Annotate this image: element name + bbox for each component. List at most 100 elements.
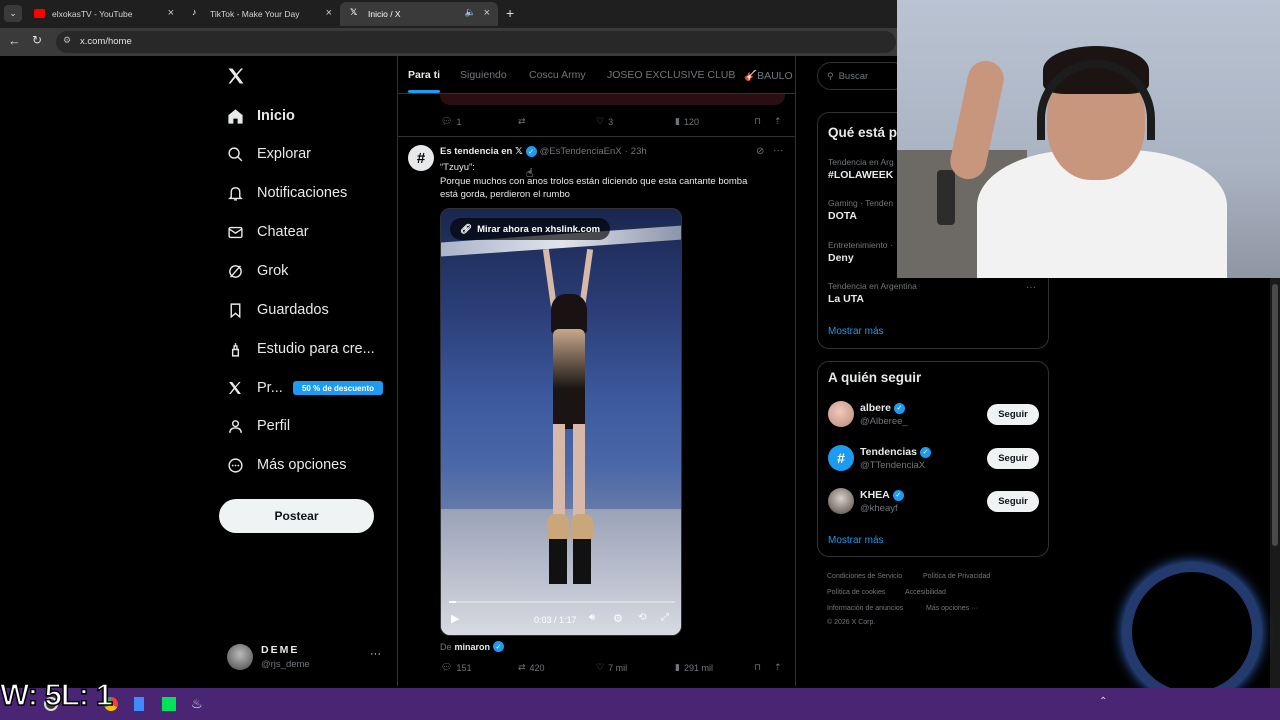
tab-joseo-exclusive-club[interactable]: JOSEO EXCLUSIVE CLUB: [607, 69, 735, 81]
follow-name[interactable]: Tendencias ✓: [860, 446, 931, 458]
views-button[interactable]: ▮ 120: [675, 116, 699, 127]
tray-chevron-icon[interactable]: ⌃: [1099, 696, 1107, 707]
repost-icon: ⇄: [518, 116, 526, 126]
bookmark-button[interactable]: ⊓: [754, 662, 761, 673]
loop-icon[interactable]: ⟲: [638, 612, 646, 623]
repost-button[interactable]: ⇄ 420: [518, 662, 545, 673]
repost-button[interactable]: ⇄: [518, 116, 526, 127]
x-logo[interactable]: [226, 66, 248, 88]
trend-category: Entretenimiento ·: [828, 240, 893, 250]
footer-link[interactable]: Condiciones de Servicio: [827, 573, 902, 580]
footer-link[interactable]: Política de Privacidad: [923, 573, 990, 580]
share-button[interactable]: ⇡: [774, 116, 782, 127]
avatar[interactable]: [828, 401, 854, 427]
nav-notifications[interactable]: Notificaciones: [226, 178, 347, 208]
new-tab-button[interactable]: +: [506, 5, 514, 21]
post-author[interactable]: Es tendencia en 𝕏: [440, 146, 523, 157]
account-switcher[interactable]: DEME @rjs_deme ···: [222, 640, 392, 676]
fullscreen-icon[interactable]: ⤢: [661, 612, 669, 623]
post-avatar[interactable]: #: [408, 145, 434, 171]
tab-following[interactable]: Siguiendo: [460, 69, 507, 81]
task-icon[interactable]: [162, 697, 176, 711]
back-icon[interactable]: ←: [8, 33, 21, 48]
views-button[interactable]: ▮ 291 mil: [675, 662, 713, 673]
scrollbar-thumb[interactable]: [1272, 284, 1278, 546]
trends-show-more[interactable]: Mostrar más: [828, 326, 884, 337]
nav-explore[interactable]: Explorar: [226, 139, 311, 169]
search-placeholder: Buscar: [838, 70, 869, 82]
media-link-pill[interactable]: 🔗︎ Mirar ahora en xhslink.com: [450, 218, 611, 240]
post-more-icon[interactable]: ···: [773, 145, 783, 156]
like-button[interactable]: ♡ 3: [596, 116, 613, 127]
grok-post-icon[interactable]: ⊘: [756, 146, 764, 157]
source-name[interactable]: minaron: [455, 642, 491, 652]
nav-label: Más opciones: [257, 457, 347, 473]
reply-button[interactable]: 💬︎ 1: [441, 116, 461, 127]
follow-button[interactable]: Seguir: [987, 491, 1039, 512]
follow-name[interactable]: albere ✓: [860, 402, 905, 414]
tab-for-you[interactable]: Para ti: [408, 69, 440, 81]
volume-icon[interactable]: 🔊︎: [589, 612, 595, 623]
close-tab-icon[interactable]: ×: [168, 7, 174, 19]
browser-tab-x[interactable]: 𝕏 Inicio / X 🔈 ×: [340, 2, 498, 26]
tab-coscu-army[interactable]: Coscu Army: [529, 69, 586, 81]
bell-icon: [226, 184, 244, 202]
avatar[interactable]: #: [828, 445, 854, 471]
nav-home[interactable]: Inicio: [226, 101, 295, 131]
settings-icon[interactable]: ⚙: [613, 612, 623, 625]
search-box[interactable]: ⚲ Buscar: [817, 62, 907, 90]
media-link-text: Mirar ahora en xhslink.com: [477, 223, 601, 235]
follow-button[interactable]: Seguir: [987, 404, 1039, 425]
account-more-icon[interactable]: ···: [370, 648, 381, 660]
avatar: [227, 644, 253, 670]
post-time[interactable]: 23h: [631, 146, 647, 157]
follow-show-more[interactable]: Mostrar más: [828, 535, 884, 546]
performer-figure: [541, 248, 597, 589]
nav-bookmarks[interactable]: Guardados: [226, 295, 329, 325]
post-button[interactable]: Postear: [219, 499, 374, 533]
premium-discount-badge[interactable]: 50 % de descuento: [293, 381, 383, 395]
follow-name[interactable]: KHEA ✓: [860, 489, 904, 501]
tab-baulo[interactable]: 🎸BAULO C: [744, 69, 795, 82]
nav-creator-studio[interactable]: Estudio para cre...: [226, 334, 375, 364]
address-bar[interactable]: ⚙ x.com/home: [56, 31, 896, 53]
reload-icon[interactable]: ↻: [32, 33, 42, 47]
previous-post-media[interactable]: [440, 94, 785, 105]
nav-profile[interactable]: Perfil: [226, 411, 290, 441]
nav-grok[interactable]: Grok: [226, 256, 288, 286]
play-icon[interactable]: ▶: [451, 612, 459, 625]
like-button[interactable]: ♡ 7 mil: [596, 662, 627, 673]
footer-link[interactable]: Política de cookies: [827, 589, 885, 596]
avatar[interactable]: [828, 488, 854, 514]
browser-tab-youtube[interactable]: elxokasTV - YouTube ×: [24, 2, 182, 26]
task-icon[interactable]: [134, 697, 144, 711]
close-tab-icon[interactable]: ×: [484, 7, 490, 19]
repost-count: 420: [529, 662, 545, 673]
views-count: 120: [683, 116, 699, 127]
share-button[interactable]: ⇡: [774, 662, 782, 673]
video-progress-track[interactable]: [449, 601, 675, 603]
follow-button[interactable]: Seguir: [987, 448, 1039, 469]
footer-link[interactable]: Información de anuncios: [827, 605, 903, 612]
nav-chat[interactable]: Chatear: [226, 217, 309, 247]
footer-link[interactable]: Accesibilidad: [905, 589, 946, 596]
tab-title: TikTok - Make Your Day: [210, 9, 300, 19]
reply-button[interactable]: 💬︎ 151: [441, 662, 471, 673]
steam-icon[interactable]: ♨: [191, 696, 203, 712]
audio-icon[interactable]: 🔈: [465, 7, 476, 18]
account-name: DEME: [261, 644, 300, 656]
browser-tab-tiktok[interactable]: ♪ TikTok - Make Your Day ×: [182, 2, 340, 26]
bookmark-button[interactable]: ⊓: [754, 116, 761, 127]
tab-list-button[interactable]: ⌄: [4, 5, 22, 22]
webcam-bottle: [937, 170, 955, 225]
post-video[interactable]: 🔗︎ Mirar ahora en xhslink.com ▶ 0:03 / 1…: [440, 208, 682, 636]
trend-more-icon[interactable]: ···: [1026, 282, 1036, 293]
close-tab-icon[interactable]: ×: [326, 7, 332, 19]
video-source: De minaron ✓: [440, 641, 505, 652]
post-handle[interactable]: @EsTendenciaEnX: [540, 146, 622, 157]
footer-link[interactable]: Más opciones ···: [926, 605, 978, 612]
nav-premium[interactable]: Pr...: [226, 373, 283, 403]
nav-more[interactable]: Más opciones: [226, 450, 346, 480]
follow-handle: @TTendenciaX: [860, 460, 926, 471]
site-info-icon[interactable]: ⚙: [63, 35, 71, 46]
